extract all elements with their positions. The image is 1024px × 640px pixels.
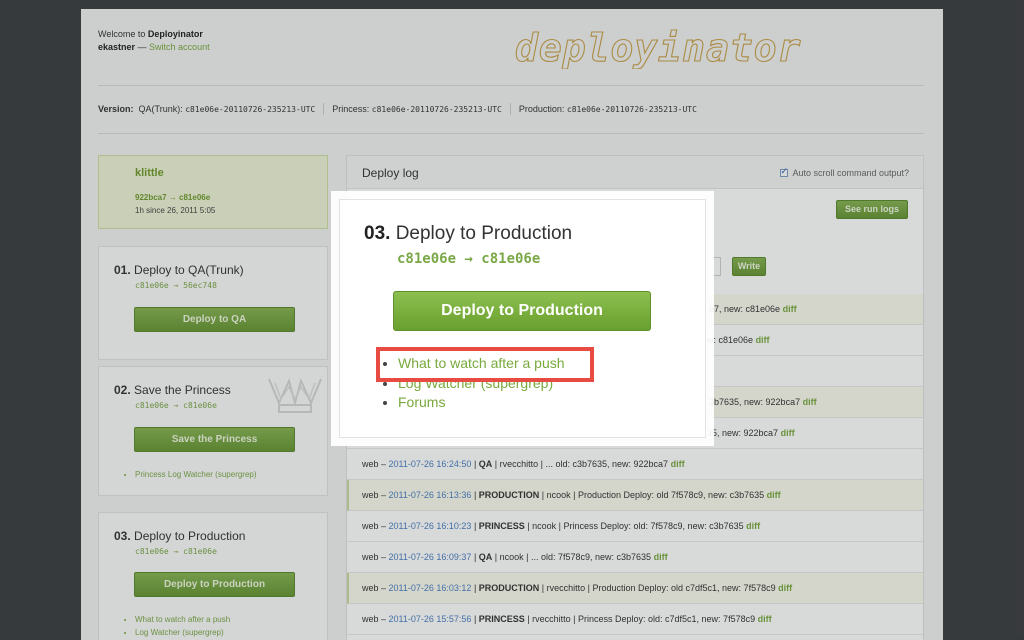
modal-title: 03. Deploy to Production	[364, 223, 573, 244]
deploy-to-production-button[interactable]: Deploy to Production	[393, 291, 651, 331]
highlight-box	[376, 347, 594, 382]
modal-sha: c81e06e → c81e06e	[397, 251, 541, 267]
deploy-confirm-modal: 03. Deploy to Production c81e06e → c81e0…	[339, 199, 706, 438]
forums-link[interactable]: Forums	[398, 393, 565, 413]
